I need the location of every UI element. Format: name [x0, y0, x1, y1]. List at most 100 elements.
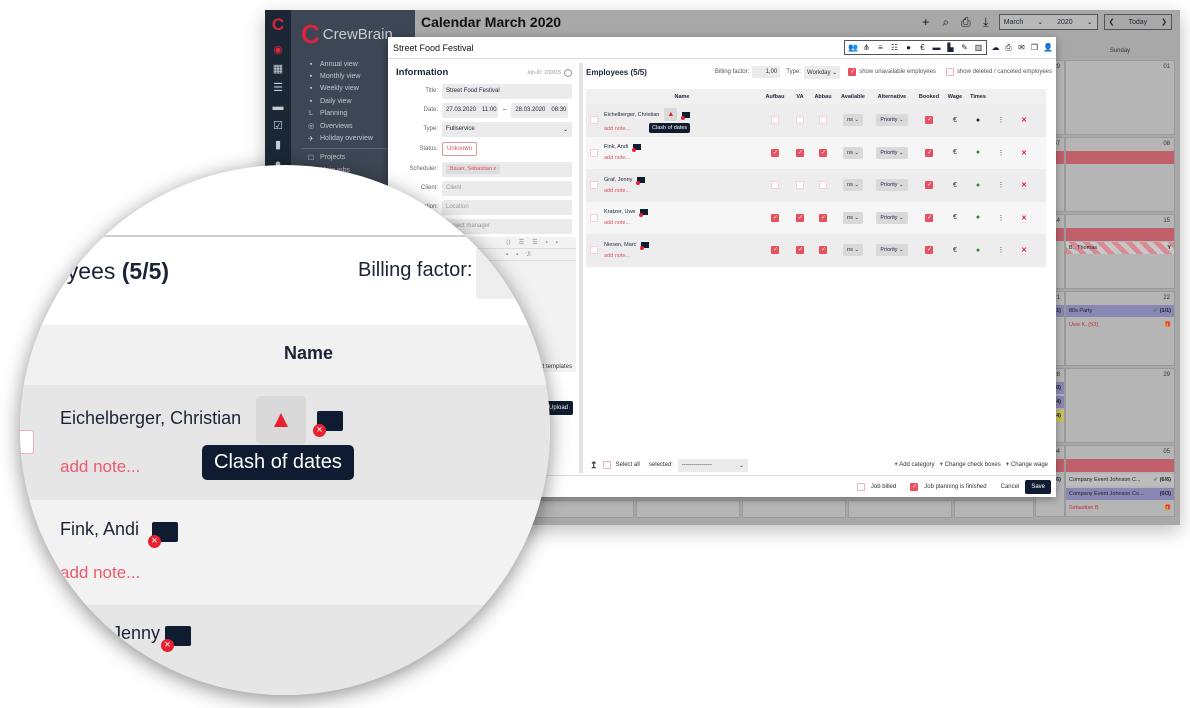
available-select[interactable]: ns ⌄ — [843, 244, 863, 257]
add-icon[interactable]: + — [919, 15, 933, 29]
dashboard-icon[interactable]: ◉ — [265, 40, 291, 59]
month-select[interactable]: March — [1004, 19, 1023, 26]
calendar-icon[interactable]: ▦ — [265, 59, 291, 78]
mail-unsent-icon[interactable] — [632, 144, 642, 153]
calendar-cell[interactable] — [742, 500, 846, 518]
holiday-bar[interactable] — [1066, 228, 1174, 241]
employee-name-text[interactable]: Kratzer, Uwe — [604, 209, 635, 215]
aufbau-checkbox[interactable] — [771, 148, 779, 157]
clock-tab-icon[interactable]: ● — [904, 43, 913, 52]
more-options-icon[interactable]: ⋮ — [990, 116, 1012, 124]
print-icon[interactable]: ⎙ — [1004, 43, 1013, 53]
select-all-checkbox[interactable] — [602, 461, 611, 469]
euro-icon[interactable]: € — [944, 117, 966, 124]
holiday-bar[interactable] — [1066, 151, 1174, 164]
billing-factor-input[interactable]: 1,00 — [752, 66, 781, 78]
remove-icon[interactable]: ✕ — [1012, 246, 1036, 254]
prev-icon[interactable]: ❮ — [1109, 18, 1115, 26]
calendar-cell[interactable]: 29 — [1065, 368, 1175, 443]
euro-icon[interactable]: € — [944, 149, 966, 156]
remove-icon[interactable]: ✕ — [1012, 214, 1036, 222]
abbau-checkbox[interactable] — [819, 213, 827, 222]
calendar-cell[interactable]: 01 — [1065, 60, 1175, 135]
available-select[interactable]: ns ⌄ — [843, 211, 863, 224]
status-badge[interactable]: Unknown — [442, 142, 478, 156]
row-checkbox[interactable] — [590, 213, 598, 222]
panel-divider[interactable] — [579, 63, 583, 473]
crewbrain-logo-icon[interactable]: C — [265, 10, 291, 40]
employees-tab-icon[interactable]: 👥 — [848, 43, 858, 52]
euro-icon[interactable]: € — [944, 182, 966, 189]
birthday-event[interactable]: Sebastian B 🎁 — [1066, 502, 1174, 514]
month-year-select[interactable]: March ⌄ 2020 ⌄ — [998, 14, 1098, 30]
more-options-icon[interactable]: ⋮ — [990, 246, 1012, 254]
row-checkbox[interactable] — [590, 181, 598, 190]
outdent-icon[interactable]: ▪ — [556, 240, 558, 246]
year-select[interactable]: 2020 — [1057, 19, 1073, 26]
add-note-link[interactable]: add note... — [604, 253, 760, 259]
calendar-cell[interactable]: 22 80s Party ✓ (1/1) Uwe K. (53) 🎁 — [1065, 291, 1175, 366]
change-wage-button[interactable]: + Change wage — [1006, 462, 1048, 468]
va-checkbox[interactable] — [796, 148, 804, 157]
next-icon[interactable]: ❯ — [1161, 18, 1167, 26]
end-date-input[interactable]: 28.03.2020 08:30 — [511, 102, 569, 118]
title-input[interactable]: Street Food Festival — [442, 83, 572, 99]
folder-icon[interactable]: ▬ — [265, 97, 291, 116]
today-button[interactable]: Today — [1128, 19, 1147, 26]
calendar-cell[interactable] — [954, 500, 1034, 518]
employee-name-text[interactable]: Eichelberger, Christian — [604, 112, 659, 118]
cancel-button[interactable]: Cancel — [1001, 484, 1020, 490]
booked-checkbox[interactable] — [925, 148, 933, 157]
aufbau-checkbox[interactable] — [771, 213, 779, 222]
row-checkbox[interactable] — [590, 116, 598, 125]
abbau-checkbox[interactable] — [819, 148, 827, 157]
employee-name-text[interactable]: Graf, Jenny — [604, 177, 632, 183]
save-button[interactable]: Save — [1025, 479, 1051, 494]
copy-icon[interactable]: ❐ — [1030, 43, 1039, 52]
more-options-icon[interactable]: ⋮ — [990, 214, 1012, 222]
tasks-icon[interactable]: ☑ — [265, 116, 291, 135]
abbau-checkbox[interactable] — [819, 116, 827, 125]
alternative-select[interactable]: Priority ⌄ — [876, 179, 908, 192]
add-note-link[interactable]: add note... — [604, 188, 760, 194]
chart-tab-icon[interactable]: ▥ — [974, 43, 983, 52]
va-checkbox[interactable] — [796, 181, 804, 190]
show-deleted-checkbox[interactable] — [945, 68, 954, 76]
warning-icon[interactable]: ▲ — [664, 108, 678, 122]
calendar-cell[interactable] — [636, 500, 740, 518]
file-export-tab-icon[interactable]: ▙ — [946, 43, 955, 52]
clock-ok-icon[interactable]: ● — [966, 247, 990, 254]
alternative-select[interactable]: Priority ⌄ — [876, 244, 908, 257]
calendar-event[interactable]: 80s Party ✓ (1/1) — [1066, 305, 1174, 317]
add-note-link[interactable]: add note... — [604, 155, 760, 161]
va-checkbox[interactable] — [796, 246, 804, 255]
mail-unsent-icon[interactable] — [681, 111, 691, 120]
booked-checkbox[interactable] — [925, 181, 933, 190]
sort-arrow-icon[interactable]: ↥ — [590, 460, 598, 471]
job-billed-checkbox[interactable] — [856, 482, 865, 491]
calendar-cell[interactable]: 15 B., Thomas Y — [1065, 214, 1175, 289]
list-tab-icon[interactable]: ≡ — [876, 43, 885, 52]
euro-icon[interactable]: € — [944, 247, 966, 254]
available-select[interactable]: ns ⌄ — [843, 114, 863, 127]
calendar-event[interactable]: Company Event Johnson Co... (0/3) — [1066, 488, 1174, 500]
card-tab-icon[interactable]: ▬ — [932, 43, 941, 52]
employee-name-text[interactable]: Niesen, Marc — [604, 242, 636, 248]
mail-unsent-icon[interactable] — [640, 241, 650, 250]
row-checkbox[interactable] — [590, 246, 598, 255]
employee-name-text[interactable]: Fink, Andi — [604, 144, 628, 150]
clock-icon[interactable]: ● — [966, 117, 990, 124]
add-note-link[interactable]: add note... — [604, 220, 760, 226]
mail-unsent-icon[interactable] — [639, 209, 649, 218]
aufbau-checkbox[interactable] — [771, 116, 779, 125]
cloud-upload-icon[interactable]: ☁ — [991, 43, 1000, 52]
euro-tab-icon[interactable]: € — [918, 43, 927, 52]
alternative-select[interactable]: Priority ⌄ — [876, 146, 908, 159]
aufbau-checkbox[interactable] — [771, 246, 779, 255]
hierarchy-tab-icon[interactable]: ⋔ — [862, 43, 871, 52]
download-icon[interactable]: ⤓ — [979, 15, 993, 30]
abbau-checkbox[interactable] — [819, 181, 827, 190]
remove-icon[interactable]: ✕ — [1012, 149, 1036, 157]
abbau-checkbox[interactable] — [819, 246, 827, 255]
clock-ok-icon[interactable]: ● — [966, 182, 990, 189]
